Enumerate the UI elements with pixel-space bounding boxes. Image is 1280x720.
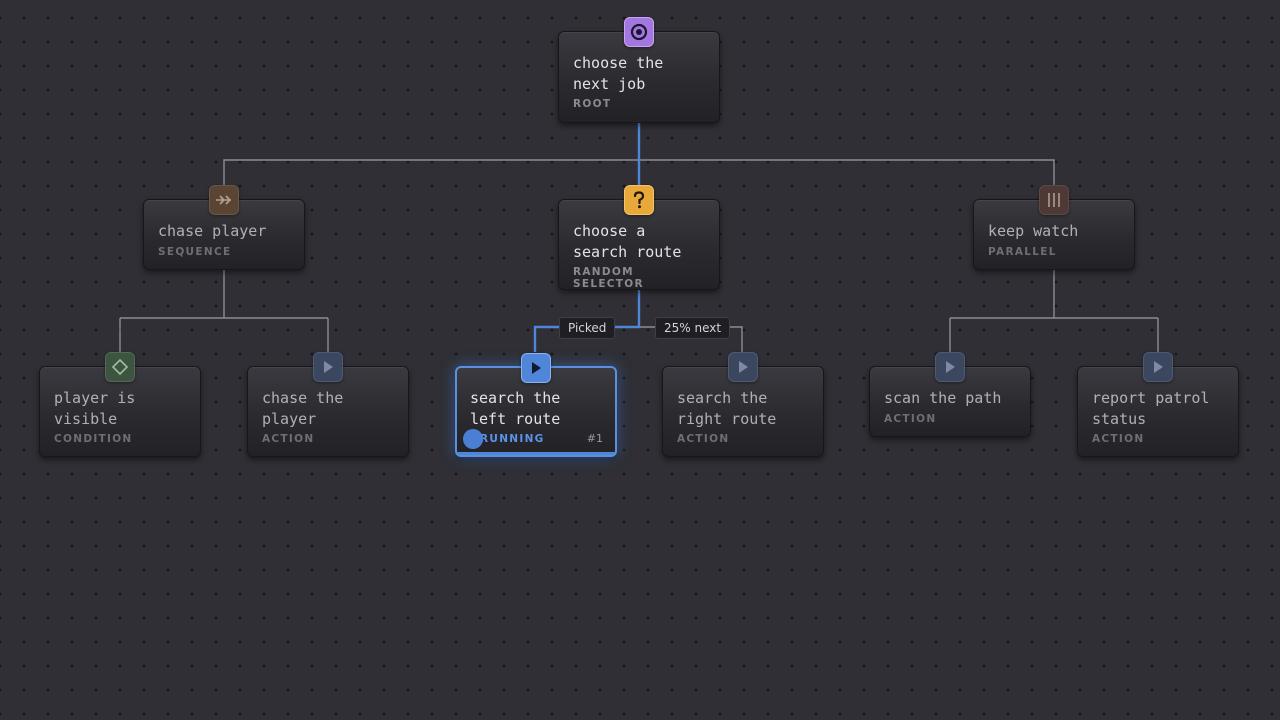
node-type: PARALLEL: [988, 245, 1057, 258]
edge-root-to-chase: [223, 123, 640, 199]
node-report-patrol-status[interactable]: report patrol status ACTION: [1077, 352, 1239, 457]
node-search-left-route[interactable]: search the left route RUNNING #1: [455, 353, 617, 457]
node-chase-player[interactable]: chase player SEQUENCE: [143, 185, 305, 270]
sequence-arrows-icon: [209, 185, 239, 215]
running-progress-bar: [457, 452, 615, 455]
node-chase-the-player[interactable]: chase the player ACTION: [247, 352, 409, 457]
node-type: ACTION: [1092, 433, 1145, 445]
edge-watch-to-children: [949, 270, 1159, 352]
diamond-icon: [105, 352, 135, 382]
parallel-bars-icon: [1039, 185, 1069, 215]
running-indicator-icon: [463, 429, 483, 449]
node-title: chase player: [158, 222, 267, 240]
run-count: #1: [586, 432, 603, 445]
play-icon: [728, 352, 758, 382]
play-icon: [313, 352, 343, 382]
node-title: scan the path: [884, 389, 1002, 407]
node-type: SEQUENCE: [158, 245, 232, 258]
node-type: ACTION: [262, 433, 315, 445]
target-icon: [624, 17, 654, 47]
node-title: keep watch: [988, 222, 1079, 240]
edge-root-to-watch: [639, 159, 1055, 199]
edge-label-picked: Picked: [559, 317, 616, 339]
node-title: choose a search route: [573, 222, 682, 261]
node-type: ACTION: [677, 433, 730, 445]
node-type: RANDOM SELECTOR: [573, 266, 644, 290]
node-type: ROOT: [573, 98, 612, 110]
question-icon: [624, 185, 654, 215]
play-icon: [521, 353, 551, 383]
node-keep-watch[interactable]: keep watch PARALLEL: [973, 185, 1135, 270]
node-title: choose the next job: [573, 54, 664, 93]
edge-chase-to-children: [119, 270, 329, 352]
node-type: CONDITION: [54, 433, 133, 445]
play-icon: [1143, 352, 1173, 382]
node-root[interactable]: choose the next job ROOT: [558, 17, 720, 123]
node-choose-search-route[interactable]: choose a search route RANDOM SELECTOR: [558, 185, 720, 290]
node-title: search the left route: [470, 389, 561, 428]
node-title: report patrol status: [1092, 389, 1210, 428]
node-player-is-visible[interactable]: player is visible CONDITION: [39, 352, 201, 457]
node-title: search the right route: [677, 389, 777, 428]
node-type: ACTION: [884, 412, 937, 425]
edge-label-next: 25% next: [655, 317, 731, 339]
node-title: chase the player: [262, 389, 344, 428]
play-icon: [935, 352, 965, 382]
node-search-right-route[interactable]: search the right route ACTION: [662, 352, 824, 457]
node-title: player is visible: [54, 389, 136, 428]
status-running: RUNNING: [480, 433, 545, 445]
node-scan-the-path[interactable]: scan the path ACTION: [869, 352, 1031, 437]
